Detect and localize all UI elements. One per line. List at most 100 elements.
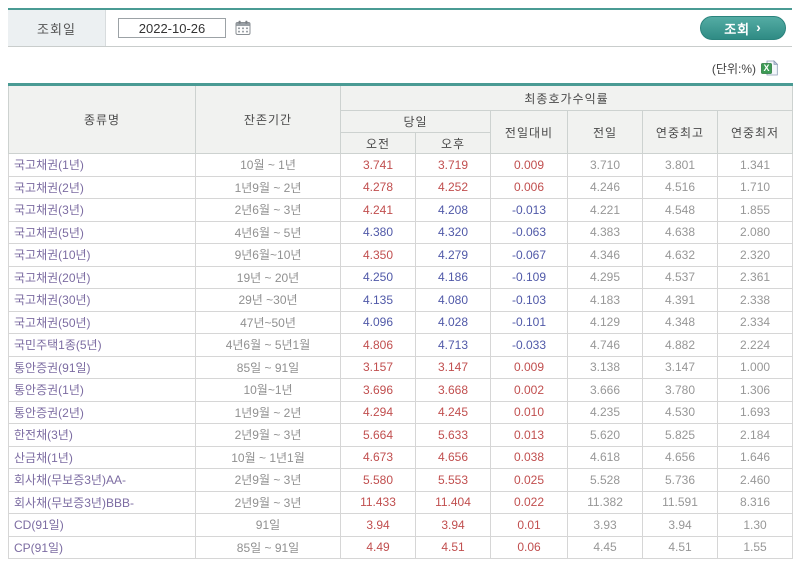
- cell-pm-yield: 3.147: [415, 355, 491, 379]
- cell-period: 1년9월 ~ 2년: [195, 175, 341, 199]
- cell-year-high: 4.348: [642, 310, 718, 334]
- cell-year-low: 1.55: [716, 535, 794, 559]
- cell-change: -0.109: [490, 265, 568, 289]
- cell-year-low: 1.30: [716, 513, 794, 537]
- cell-type-name: 회사채(무보증3년)BBB-: [8, 490, 196, 514]
- cell-change: 0.009: [490, 153, 568, 177]
- cell-am-yield: 4.096: [340, 310, 416, 334]
- cell-am-yield: 4.135: [340, 288, 416, 312]
- cell-am-yield: 4.49: [340, 535, 416, 559]
- cell-pm-yield: 4.080: [415, 288, 491, 312]
- cell-period: 47년~50년: [195, 310, 341, 334]
- cell-year-low: 2.184: [716, 423, 794, 447]
- cell-pm-yield: 4.279: [415, 243, 491, 267]
- cell-period: 10월 ~ 1년1월: [195, 445, 341, 469]
- cell-prev: 4.221: [567, 198, 643, 222]
- cell-type-name: 국고채권(10년): [8, 243, 196, 267]
- cell-type-name: 국고채권(30년): [8, 288, 196, 312]
- table-row: 통안증권(1년) 10월~1년 3.696 3.668 0.002 3.666 …: [8, 378, 794, 402]
- cell-period: 29년 ~30년: [195, 288, 341, 312]
- cell-year-low: 1.341: [716, 153, 794, 177]
- search-button[interactable]: 조회 ›: [700, 16, 786, 40]
- cell-prev: 4.746: [567, 333, 643, 357]
- cell-am-yield: 4.350: [340, 243, 416, 267]
- cell-pm-yield: 4.656: [415, 445, 491, 469]
- cell-pm-yield: 4.186: [415, 265, 491, 289]
- calendar-icon[interactable]: [235, 20, 251, 36]
- cell-change: 0.010: [490, 400, 568, 424]
- table-row: 회사채(무보증3년)BBB- 2년9월 ~ 3년 11.433 11.404 0…: [8, 490, 794, 514]
- cell-year-high: 5.736: [642, 468, 718, 492]
- cell-prev: 4.246: [567, 175, 643, 199]
- cell-change: 0.013: [490, 423, 568, 447]
- cell-am-yield: 4.294: [340, 400, 416, 424]
- cell-year-high: 4.51: [642, 535, 718, 559]
- chevron-right-icon: ›: [756, 19, 762, 35]
- cell-pm-yield: 5.633: [415, 423, 491, 447]
- table-row: 국고채권(3년) 2년6월 ~ 3년 4.241 4.208 -0.013 4.…: [8, 198, 794, 222]
- cell-change: 0.006: [490, 175, 568, 199]
- cell-prev: 3.710: [567, 153, 643, 177]
- cell-prev: 4.383: [567, 220, 643, 244]
- search-button-label: 조회: [724, 21, 751, 37]
- cell-pm-yield: 3.719: [415, 153, 491, 177]
- query-date-label: 조회일: [8, 10, 106, 46]
- cell-pm-yield: 3.94: [415, 513, 491, 537]
- excel-icon-letter: X: [763, 63, 769, 73]
- cell-type-name: 통안증권(1년): [8, 378, 196, 402]
- cell-year-high: 3.780: [642, 378, 718, 402]
- cell-year-low: 8.316: [716, 490, 794, 514]
- cell-change: 0.025: [490, 468, 568, 492]
- table-row: 국고채권(5년) 4년6월 ~ 5년 4.380 4.320 -0.063 4.…: [8, 220, 794, 244]
- cell-am-yield: 4.278: [340, 175, 416, 199]
- header-year-high: 연중최고: [642, 110, 718, 154]
- cell-year-high: 4.882: [642, 333, 718, 357]
- cell-pm-yield: 4.51: [415, 535, 491, 559]
- cell-prev: 4.45: [567, 535, 643, 559]
- cell-prev: 5.620: [567, 423, 643, 447]
- cell-year-high: 3.147: [642, 355, 718, 379]
- cell-pm-yield: 4.320: [415, 220, 491, 244]
- header-type: 종류명: [8, 84, 196, 154]
- cell-pm-yield: 11.404: [415, 490, 491, 514]
- excel-icon[interactable]: X: [761, 60, 778, 76]
- cell-period: 2년9월 ~ 3년: [195, 423, 341, 447]
- cell-year-high: 4.656: [642, 445, 718, 469]
- cell-am-yield: 3.696: [340, 378, 416, 402]
- unit-note: (단위:%): [711, 61, 756, 76]
- cell-period: 10월 ~ 1년: [195, 153, 341, 177]
- cell-type-name: 회사채(무보증3년)AA-: [8, 468, 196, 492]
- cell-am-yield: 3.94: [340, 513, 416, 537]
- header-year-low: 연중최저: [716, 110, 794, 154]
- cell-period: 10월~1년: [195, 378, 341, 402]
- cell-am-yield: 4.241: [340, 198, 416, 222]
- cell-type-name: 국고채권(5년): [8, 220, 196, 244]
- cell-type-name: 국민주택1종(5년): [8, 333, 196, 357]
- cell-period: 85일 ~ 91일: [195, 355, 341, 379]
- cell-year-high: 4.391: [642, 288, 718, 312]
- cell-change: -0.101: [490, 310, 568, 334]
- cell-pm-yield: 4.028: [415, 310, 491, 334]
- bond-yield-page: 조회일 조회 › (단위:%): [0, 0, 800, 559]
- cell-period: 4년6월 ~ 5년1월: [195, 333, 341, 357]
- cell-type-name: 국고채권(50년): [8, 310, 196, 334]
- date-input[interactable]: [118, 18, 226, 38]
- cell-prev: 3.666: [567, 378, 643, 402]
- yield-table-body: 국고채권(1년) 10월 ~ 1년 3.741 3.719 0.009 3.71…: [8, 153, 794, 559]
- cell-period: 85일 ~ 91일: [195, 535, 341, 559]
- yield-table: 종류명 잔존기간 최종호가수익률 당일 전일대비 전일 연중최고 연중최저 오전…: [8, 83, 794, 559]
- cell-change: 0.06: [490, 535, 568, 559]
- cell-pm-yield: 4.208: [415, 198, 491, 222]
- cell-type-name: 국고채권(20년): [8, 265, 196, 289]
- table-row: CP(91일) 85일 ~ 91일 4.49 4.51 0.06 4.45 4.…: [8, 535, 794, 559]
- cell-prev: 5.528: [567, 468, 643, 492]
- cell-pm-yield: 4.245: [415, 400, 491, 424]
- cell-period: 19년 ~ 20년: [195, 265, 341, 289]
- cell-change: 0.01: [490, 513, 568, 537]
- table-row: 국고채권(30년) 29년 ~30년 4.135 4.080 -0.103 4.…: [8, 288, 794, 312]
- cell-prev: 4.183: [567, 288, 643, 312]
- cell-year-low: 1.693: [716, 400, 794, 424]
- cell-change: -0.063: [490, 220, 568, 244]
- table-row: 국고채권(2년) 1년9월 ~ 2년 4.278 4.252 0.006 4.2…: [8, 175, 794, 199]
- cell-change: 0.009: [490, 355, 568, 379]
